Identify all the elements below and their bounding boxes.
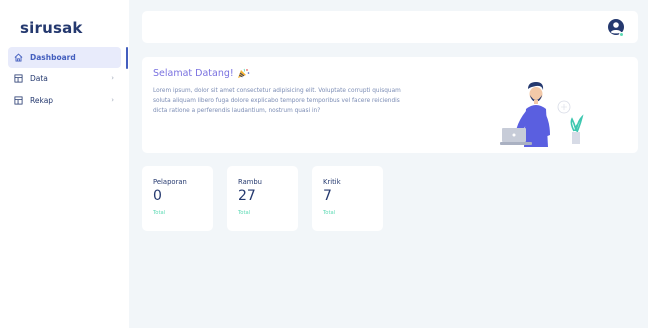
welcome-body: Lorem ipsum, dolor sit amet consectetur … xyxy=(153,88,401,114)
sidebar-item-data[interactable]: Data › xyxy=(8,68,121,89)
stat-label: Kritik xyxy=(323,178,341,186)
online-status-dot xyxy=(619,32,624,37)
stat-card-pelaporan[interactable]: Pelaporan 0 Total xyxy=(142,166,213,231)
sidebar: sirusak Dashboard Data › Rekap › xyxy=(0,0,129,328)
sidebar-item-dashboard[interactable]: Dashboard xyxy=(8,47,121,68)
top-navbar xyxy=(142,11,638,43)
sidebar-item-rekap[interactable]: Rekap › xyxy=(8,90,121,111)
welcome-title: Selamat Datang! xyxy=(153,68,250,79)
stat-card-rambu[interactable]: Rambu 27 Total xyxy=(227,166,298,231)
stat-sub: Total xyxy=(153,210,166,216)
sidebar-item-label: Rekap xyxy=(30,96,54,105)
chevron-right-icon: › xyxy=(111,74,114,82)
stat-value: 27 xyxy=(238,188,256,204)
stat-card-kritik[interactable]: Kritik 7 Total xyxy=(312,166,383,231)
home-icon xyxy=(14,53,23,62)
stat-value: 7 xyxy=(323,188,332,204)
party-popper-icon xyxy=(237,68,250,79)
developer-illustration xyxy=(500,82,584,147)
chevron-right-icon: › xyxy=(111,96,114,104)
stat-label: Rambu xyxy=(238,178,262,186)
sidebar-item-label: Dashboard xyxy=(30,53,76,62)
welcome-title-text: Selamat Datang! xyxy=(153,68,234,79)
stat-label: Pelaporan xyxy=(153,178,187,186)
welcome-card: Selamat Datang! Lorem ipsum, dolor sit a… xyxy=(142,57,638,153)
sidebar-item-label: Data xyxy=(30,74,48,83)
stat-sub: Total xyxy=(238,210,251,216)
brand-logo[interactable]: sirusak xyxy=(20,19,83,37)
stat-value: 0 xyxy=(153,188,162,204)
active-indicator xyxy=(126,47,128,69)
table-icon xyxy=(14,74,23,83)
stat-sub: Total xyxy=(323,210,336,216)
table-icon xyxy=(14,96,23,105)
